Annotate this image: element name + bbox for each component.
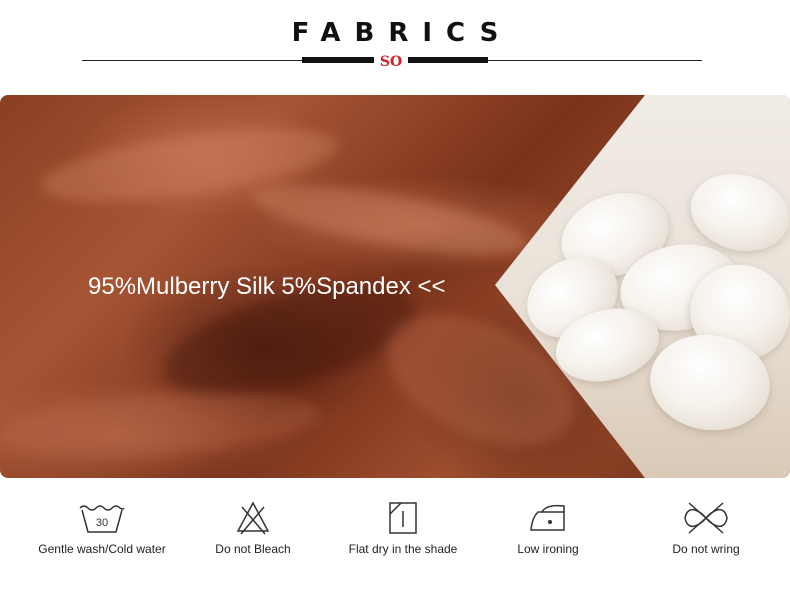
- wash-30-icon: 30: [79, 505, 125, 533]
- care-label: Low ironing: [517, 542, 579, 556]
- care-label: Do not Bleach: [215, 542, 291, 556]
- care-item-iron: Low ironing: [473, 500, 623, 556]
- care-item-bleach: Do not Bleach: [178, 500, 328, 556]
- brand-logo: SO: [374, 52, 408, 70]
- low-iron-icon: [530, 504, 565, 531]
- brand-logo-icon: SO: [380, 54, 402, 69]
- care-item-wash: 30 Gentle wash/Cold water: [27, 500, 177, 556]
- care-label: Gentle wash/Cold water: [38, 542, 166, 556]
- silk-highlight: [0, 383, 322, 467]
- care-item-wring: Do not wring: [631, 500, 781, 556]
- care-item-dry: Flat dry in the shade: [328, 500, 478, 556]
- wash-temperature: 30: [96, 517, 108, 529]
- care-label: Do not wring: [672, 542, 740, 556]
- no-bleach-icon: [236, 501, 270, 535]
- care-label: Flat dry in the shade: [348, 542, 458, 556]
- fabric-composition-text: 95%Mulberry Silk 5%Spandex <<: [88, 273, 446, 300]
- care-instructions: 30 Gentle wash/Cold water Do not Bleach …: [0, 500, 790, 570]
- flat-dry-shade-icon: [389, 502, 417, 534]
- fabric-banner: 95%Mulberry Silk 5%Spandex <<: [0, 95, 790, 478]
- fabrics-header: FABRICS SO: [0, 0, 790, 90]
- section-title: FABRICS: [291, 18, 513, 48]
- svg-text:SO: SO: [380, 54, 402, 69]
- no-wring-icon: [684, 502, 728, 534]
- silk-highlight: [247, 171, 533, 269]
